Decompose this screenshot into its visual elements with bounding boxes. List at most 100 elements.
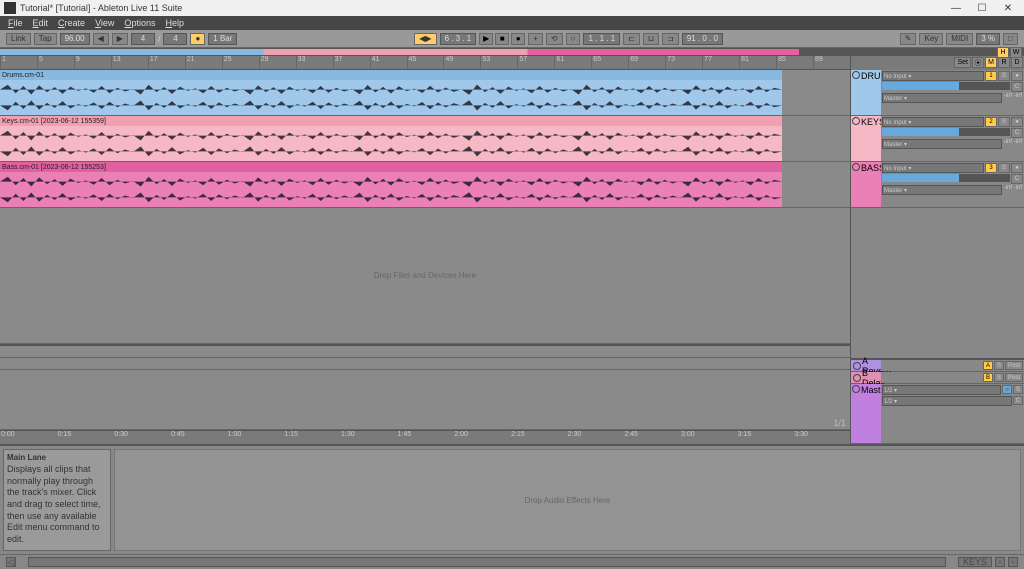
solo-button[interactable]: S bbox=[998, 71, 1010, 81]
return-a-lane[interactable] bbox=[0, 346, 850, 358]
record-button[interactable]: ● bbox=[511, 33, 525, 45]
master-quant2[interactable]: 1/2 ▾ bbox=[882, 396, 1012, 406]
stop-button[interactable]: ■ bbox=[495, 33, 509, 45]
menu-help[interactable]: Help bbox=[161, 18, 188, 28]
track-header[interactable]: DRUMS bbox=[851, 70, 881, 115]
volume-slider[interactable] bbox=[882, 82, 1010, 90]
quantize-select[interactable]: 1 Bar bbox=[208, 33, 237, 45]
output-select[interactable]: Master ▾ bbox=[882, 139, 1002, 149]
track-header[interactable]: BASS bbox=[851, 162, 881, 207]
master-quant[interactable]: 1/2 ▾ bbox=[882, 385, 1001, 395]
fold-icon[interactable] bbox=[852, 163, 860, 171]
input-select[interactable]: No Input ▾ bbox=[882, 71, 984, 81]
nudge-up[interactable]: ▶ bbox=[112, 33, 128, 45]
audio-clip[interactable]: Keys.cm-01 [2023-06-12 155359] bbox=[0, 116, 782, 161]
view-w[interactable]: W bbox=[1010, 47, 1022, 58]
fold-icon[interactable] bbox=[853, 374, 861, 382]
track-activator[interactable]: 1 bbox=[985, 71, 997, 81]
fold-icon[interactable] bbox=[852, 117, 860, 125]
return-post[interactable]: Post bbox=[1005, 373, 1023, 382]
loop-length[interactable]: 91 . 0 . 0 bbox=[682, 33, 723, 45]
track-activator[interactable]: 2 bbox=[985, 117, 997, 127]
arrangement-view[interactable]: 1591317212529333741454953576165697377818… bbox=[0, 56, 850, 444]
follow-button[interactable]: ◀▶ bbox=[414, 33, 436, 45]
time-ruler[interactable]: 0:000:150:300:451:001:151:301:452:002:15… bbox=[0, 430, 850, 444]
arm-button[interactable]: ● bbox=[1011, 71, 1023, 81]
volume-slider[interactable] bbox=[882, 128, 1010, 136]
key-map-button[interactable]: Key bbox=[919, 33, 943, 45]
solo-button[interactable]: S bbox=[998, 117, 1010, 127]
return-post[interactable]: Post bbox=[1005, 361, 1023, 370]
menu-options[interactable]: Options bbox=[120, 18, 159, 28]
midi-map-button[interactable]: MIDI bbox=[946, 33, 973, 45]
return-activator[interactable]: B bbox=[983, 373, 993, 382]
play-button[interactable]: ▶ bbox=[479, 33, 493, 45]
cue-button[interactable]: ○ bbox=[1002, 385, 1012, 394]
m-toggle[interactable]: M bbox=[985, 57, 997, 68]
nudge-down[interactable]: ◀ bbox=[93, 33, 109, 45]
position-display[interactable]: 6 . 3 . 1 bbox=[440, 33, 477, 45]
overdub-button[interactable]: + bbox=[528, 33, 543, 45]
menu-view[interactable]: View bbox=[91, 18, 118, 28]
loop-button[interactable]: ⊔ bbox=[643, 33, 659, 45]
input-select[interactable]: No Input ▾ bbox=[882, 117, 984, 127]
master-lane[interactable]: 1/1 bbox=[0, 370, 850, 430]
drop-files-zone[interactable]: Drop Files and Devices Here bbox=[0, 208, 850, 344]
metronome-button[interactable]: ● bbox=[190, 33, 205, 45]
output-select[interactable]: Master ▾ bbox=[882, 93, 1002, 103]
pan-knob[interactable]: C bbox=[1011, 82, 1023, 92]
close-button[interactable]: ✕ bbox=[996, 1, 1020, 15]
bar-ruler[interactable]: 1591317212529333741454953576165697377818… bbox=[0, 56, 850, 70]
return-b-lane[interactable] bbox=[0, 358, 850, 370]
link-button[interactable]: Link bbox=[6, 33, 31, 45]
timesig-num[interactable]: 4 bbox=[131, 33, 155, 45]
overview-strip[interactable]: H W bbox=[0, 48, 1024, 56]
pan-knob[interactable]: C bbox=[1011, 128, 1023, 138]
tempo-field[interactable]: 96.00 bbox=[60, 33, 90, 45]
track-activator[interactable]: 3 bbox=[985, 163, 997, 173]
r-toggle[interactable]: R bbox=[998, 57, 1010, 68]
master-solo[interactable]: S bbox=[1013, 385, 1023, 394]
minimize-button[interactable]: — bbox=[944, 1, 968, 15]
fold-icon[interactable] bbox=[852, 385, 860, 393]
track-row[interactable]: Bass.cm-01 [2023-06-12 155253] bbox=[0, 162, 850, 208]
menu-file[interactable]: File bbox=[4, 18, 27, 28]
d-toggle[interactable]: D bbox=[1011, 57, 1023, 68]
return-activator[interactable]: A bbox=[983, 361, 993, 370]
track-header[interactable]: KEYS bbox=[851, 116, 881, 161]
audio-clip[interactable]: Drums.cm-01 bbox=[0, 70, 782, 115]
draw-mode[interactable]: ✎ bbox=[900, 33, 917, 45]
session-record[interactable]: ○ bbox=[566, 33, 581, 45]
master-pan[interactable]: C bbox=[1013, 396, 1023, 405]
drop-effects-zone[interactable]: Drop Audio Effects Here bbox=[114, 449, 1021, 551]
punch-out[interactable]: ⊐ bbox=[662, 33, 679, 45]
overload-indicator[interactable]: □ bbox=[1003, 33, 1018, 45]
return-header[interactable]: B Delay bbox=[851, 372, 881, 383]
volume-slider[interactable] bbox=[882, 174, 1010, 182]
fold-icon[interactable] bbox=[852, 71, 860, 79]
menu-create[interactable]: Create bbox=[54, 18, 89, 28]
automation-arm[interactable]: ⟲ bbox=[546, 33, 563, 45]
punch-in[interactable]: ⊏ bbox=[623, 33, 640, 45]
output-select[interactable]: Master ▾ bbox=[882, 185, 1002, 195]
arrangement-position[interactable]: 1 . 1 . 1 bbox=[583, 33, 620, 45]
view-h[interactable]: H bbox=[997, 47, 1009, 58]
arm-button[interactable]: ● bbox=[1011, 117, 1023, 127]
track-row[interactable]: Keys.cm-01 [2023-06-12 155359] bbox=[0, 116, 850, 162]
arm-button[interactable]: ● bbox=[1011, 163, 1023, 173]
tap-button[interactable]: Tap bbox=[34, 33, 57, 45]
return-solo[interactable]: S bbox=[994, 373, 1004, 382]
solo-button[interactable]: S bbox=[998, 163, 1010, 173]
io-toggle[interactable]: ⦿ bbox=[972, 57, 984, 68]
input-select[interactable]: No Input ▾ bbox=[882, 163, 984, 173]
fold-icon[interactable] bbox=[853, 362, 861, 370]
audio-clip[interactable]: Bass.cm-01 [2023-06-12 155253] bbox=[0, 162, 782, 207]
track-row[interactable]: Drums.cm-01 bbox=[0, 70, 850, 116]
maximize-button[interactable]: ☐ bbox=[970, 1, 994, 15]
menu-edit[interactable]: Edit bbox=[29, 18, 53, 28]
master-header[interactable]: Master bbox=[851, 384, 881, 443]
return-solo[interactable]: S bbox=[994, 361, 1004, 370]
set-button[interactable]: Set bbox=[954, 57, 971, 68]
pan-knob[interactable]: C bbox=[1011, 174, 1023, 184]
timesig-den[interactable]: 4 bbox=[163, 33, 187, 45]
